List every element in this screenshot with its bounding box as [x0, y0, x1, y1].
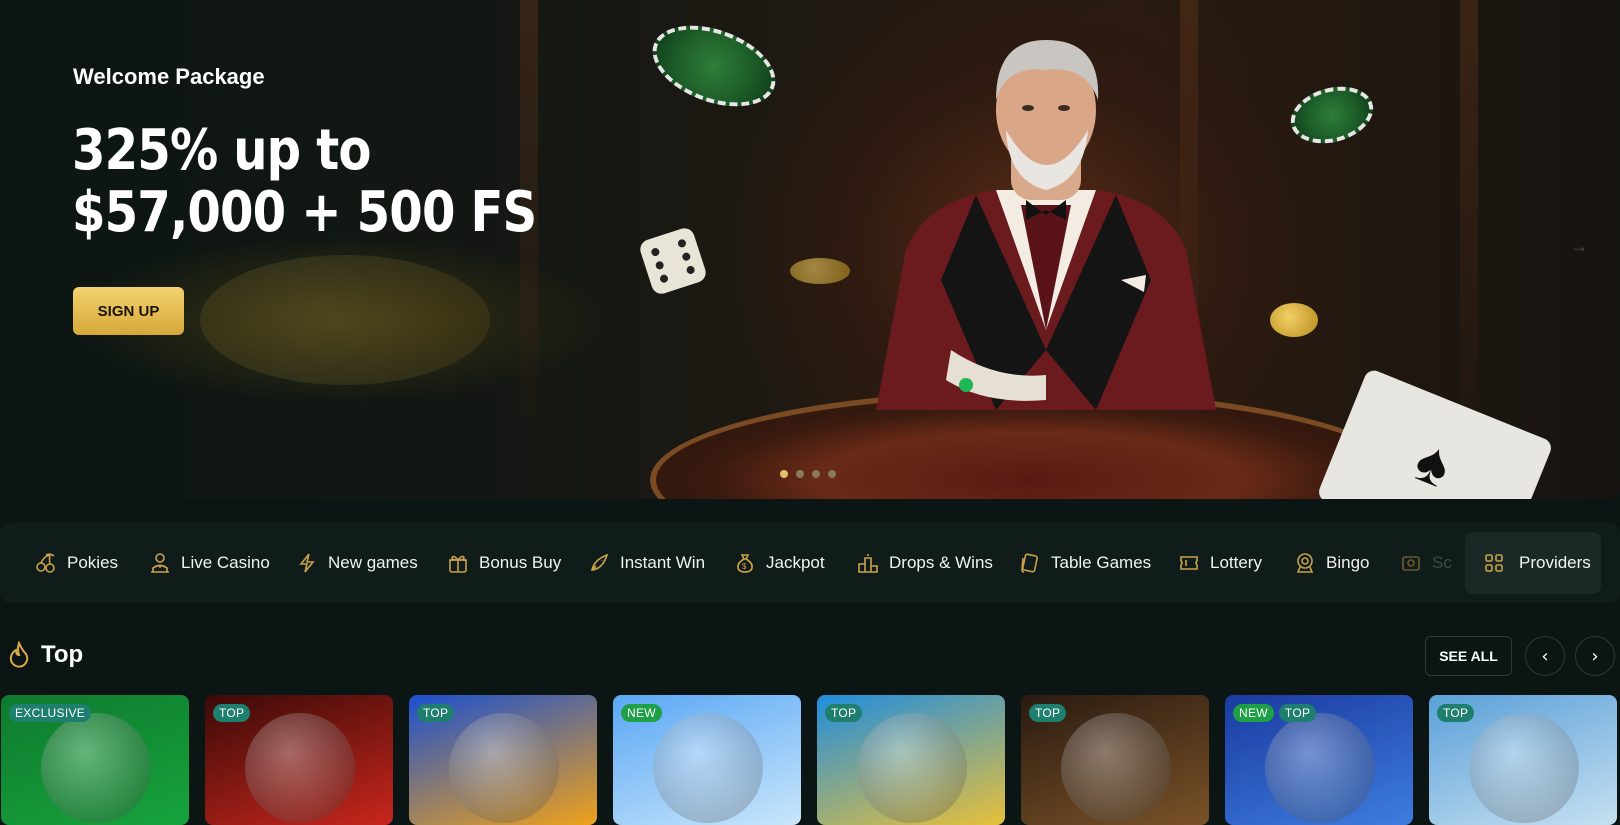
category-bar: Pokies Live Casino New games Bonus Buy I… [0, 523, 1620, 603]
category-pokies[interactable]: Pokies [35, 523, 118, 603]
category-new-games[interactable]: New games [296, 523, 418, 603]
game-badge: TOP [825, 704, 863, 722]
cherries-icon [35, 552, 57, 574]
top-section-header: Top SEE ALL ‹ › [0, 636, 1620, 676]
category-label: New games [328, 553, 418, 572]
game-badge: TOP [417, 704, 455, 722]
lightning-icon [296, 552, 318, 574]
category-label: Jackpot [766, 553, 825, 572]
game-tile[interactable]: NEW [613, 695, 801, 825]
category-jackpot[interactable]: $ Jackpot [734, 523, 825, 603]
hero-banner[interactable]: ♠ Welcome Package 325% up to $57,000 + 5… [0, 0, 1620, 499]
carousel-dots [780, 470, 836, 478]
hero-next-arrow-icon[interactable]: → [1570, 236, 1588, 257]
game-badge: TOP [213, 704, 251, 722]
fire-icon [9, 641, 29, 668]
hero-headline-line2: $57,000 + 500 FS [72, 180, 537, 245]
next-arrow-button[interactable]: › [1575, 636, 1615, 676]
hero-headline: 325% up to $57,000 + 500 FS [72, 120, 554, 244]
game-badges: TOP [417, 704, 455, 722]
scratch-icon [1400, 552, 1422, 574]
game-badges: EXCLUSIVE [9, 704, 92, 722]
game-tile[interactable]: TOP [817, 695, 1005, 825]
game-badges: TOP [1437, 704, 1475, 722]
cards-icon [1019, 552, 1041, 574]
category-label: Pokies [67, 553, 119, 572]
coin-icon [790, 258, 850, 284]
category-lottery[interactable]: Lottery [1178, 523, 1262, 603]
coin-icon [1270, 303, 1318, 337]
category-label: Sc [1432, 553, 1452, 572]
game-badge: TOP [1437, 704, 1475, 722]
curtain-decoration [1460, 0, 1478, 420]
category-table-games[interactable]: Table Games [1019, 523, 1151, 603]
providers-label: Providers [1519, 553, 1591, 572]
game-artwork [1469, 713, 1579, 823]
carousel-dot[interactable] [812, 470, 820, 478]
game-artwork [857, 713, 967, 823]
category-label: Live Casino [181, 553, 270, 572]
hero-headline-line1: 325% up to [72, 118, 371, 183]
ticket-icon [1178, 552, 1200, 574]
games-carousel: EXCLUSIVE TOP TOP NEW TOP TOP NEW TOP TOP [0, 695, 1620, 825]
blurred-coin-decoration [200, 255, 490, 385]
category-drops-wins[interactable]: Drops & Wins [857, 523, 993, 603]
gift-icon [447, 552, 469, 574]
game-badge: NEW [1233, 704, 1274, 722]
poker-chip-icon [1284, 78, 1380, 152]
rocket-icon [588, 552, 610, 574]
category-label: Table Games [1051, 553, 1152, 572]
game-artwork [449, 713, 559, 823]
game-tile[interactable]: TOP [1021, 695, 1209, 825]
category-bingo[interactable]: Bingo [1294, 523, 1369, 603]
game-badges: TOP [1029, 704, 1067, 722]
grid-icon [1483, 552, 1505, 574]
game-badge: EXCLUSIVE [9, 704, 92, 722]
carousel-dot[interactable] [828, 470, 836, 478]
category-live-casino[interactable]: Live Casino [149, 523, 270, 603]
category-label: Drops & Wins [889, 553, 993, 572]
carousel-dot[interactable] [780, 470, 788, 478]
see-all-button[interactable]: SEE ALL [1425, 636, 1512, 676]
game-badges: TOP [825, 704, 863, 722]
svg-text:$: $ [742, 562, 747, 571]
game-artwork [653, 713, 763, 823]
bingo-ball-icon [1294, 552, 1316, 574]
category-label: Lottery [1210, 553, 1262, 572]
game-badge: TOP [1278, 704, 1317, 722]
dice-icon [637, 225, 709, 297]
game-badge: NEW [621, 704, 662, 722]
game-badge: TOP [1029, 704, 1067, 722]
playing-card-ace-spades: ♠ [1316, 367, 1554, 499]
providers-button[interactable]: Providers [1465, 532, 1601, 594]
game-tile[interactable]: TOP [1429, 695, 1617, 825]
game-tile[interactable]: TOP [409, 695, 597, 825]
game-tile[interactable]: TOP [205, 695, 393, 825]
prev-arrow-button[interactable]: ‹ [1525, 636, 1565, 676]
game-badges: TOP [213, 704, 251, 722]
category-bonus-buy[interactable]: Bonus Buy [447, 523, 561, 603]
carousel-dot[interactable] [796, 470, 804, 478]
dealer-illustration [876, 40, 1216, 410]
game-tile[interactable]: EXCLUSIVE [1, 695, 189, 825]
game-artwork [1061, 713, 1171, 823]
game-artwork [245, 713, 355, 823]
podium-icon [857, 552, 879, 574]
dealer-icon [149, 552, 171, 574]
category-label: Instant Win [620, 553, 706, 572]
sign-up-button[interactable]: SIGN UP [73, 287, 184, 335]
game-badges: NEW [621, 704, 662, 722]
category-label: Bingo [1326, 553, 1370, 572]
category-scratch[interactable]: Sc [1400, 523, 1452, 603]
game-tile[interactable]: NEW TOP [1225, 695, 1413, 825]
section-title: Top [41, 641, 84, 668]
poker-chip-icon [641, 10, 787, 122]
game-artwork [41, 713, 151, 823]
game-artwork [1265, 713, 1375, 823]
hero-subtitle: Welcome Package [73, 64, 265, 89]
money-bag-icon: $ [734, 552, 756, 574]
game-badges: NEW TOP [1233, 704, 1317, 722]
category-label: Bonus Buy [479, 553, 562, 572]
category-instant-win[interactable]: Instant Win [588, 523, 705, 603]
